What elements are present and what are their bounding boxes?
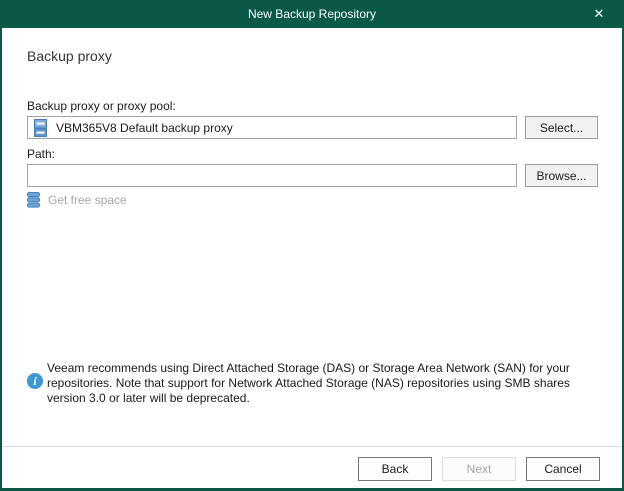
browse-button[interactable]: Browse... <box>525 164 598 187</box>
database-icon <box>27 192 40 208</box>
cancel-button[interactable]: Cancel <box>526 457 600 481</box>
close-icon[interactable]: ✕ <box>576 0 622 28</box>
footer-divider <box>2 446 622 447</box>
proxy-input[interactable]: VBM365V8 Default backup proxy <box>27 116 517 139</box>
proxy-field-label: Backup proxy or proxy pool: <box>27 99 176 113</box>
get-free-space-link[interactable]: Get free space <box>27 192 127 208</box>
select-button[interactable]: Select... <box>525 116 598 139</box>
path-field-label: Path: <box>27 147 55 161</box>
back-button[interactable]: Back <box>358 457 432 481</box>
window-title: New Backup Repository <box>248 7 376 21</box>
get-free-space-label: Get free space <box>48 193 127 207</box>
page-title: Backup proxy <box>27 48 112 64</box>
info-icon: i <box>27 373 43 389</box>
title-bar: New Backup Repository ✕ <box>2 0 622 28</box>
new-backup-repository-dialog: New Backup Repository ✕ Backup proxy Bac… <box>0 0 624 491</box>
proxy-input-value: VBM365V8 Default backup proxy <box>56 121 233 135</box>
path-input[interactable] <box>27 164 517 187</box>
proxy-server-icon <box>34 119 47 137</box>
info-note: Veeam recommends using Direct Attached S… <box>47 361 599 406</box>
next-button[interactable]: Next <box>442 457 516 481</box>
